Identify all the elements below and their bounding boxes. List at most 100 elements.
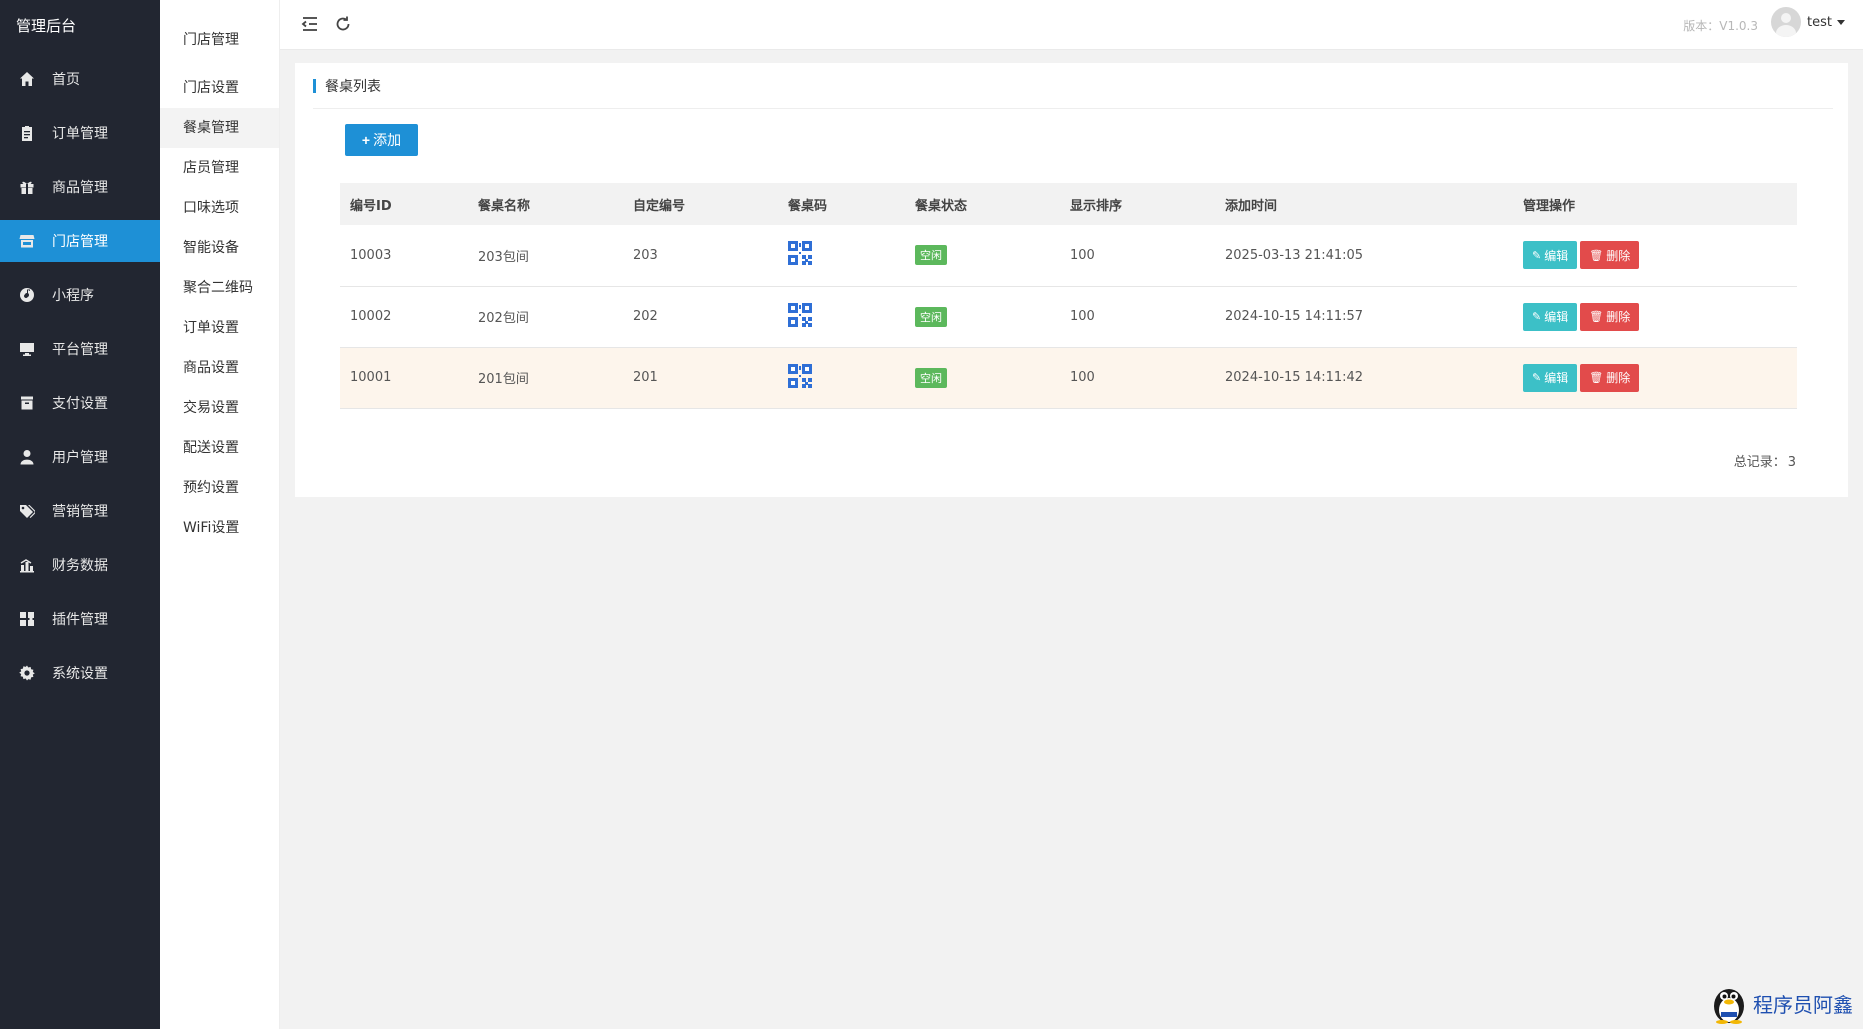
refresh-icon[interactable] bbox=[333, 14, 353, 34]
puzzle-icon bbox=[18, 610, 36, 628]
column-header: 餐桌名称 bbox=[468, 183, 623, 225]
sidebar-item-4[interactable]: 小程序 bbox=[0, 274, 160, 316]
card-header: 餐桌列表 bbox=[313, 63, 1833, 109]
sidebar-item-label: 插件管理 bbox=[52, 612, 108, 628]
status-badge: 空闲 bbox=[915, 306, 947, 327]
subnav-item-10[interactable]: 预约设置 bbox=[160, 468, 279, 508]
avatar bbox=[1771, 7, 1802, 37]
user-menu[interactable]: test bbox=[1771, 7, 1845, 37]
main-sidebar: 管理后台 首页 订单管理 商品管理 门店管理 小程序 平台管理 支付设置 用户管理 营销管理 财务… bbox=[0, 0, 160, 1029]
pencil-icon: ✎ bbox=[1532, 310, 1542, 323]
sidebar-item-label: 商品管理 bbox=[52, 180, 108, 196]
version-label: 版本：V1.0.3 bbox=[1683, 19, 1758, 33]
tags-icon bbox=[18, 502, 36, 520]
archive-icon bbox=[18, 394, 36, 412]
sidebar-item-2[interactable]: 商品管理 bbox=[0, 166, 160, 208]
subnav-item-8[interactable]: 交易设置 bbox=[160, 388, 279, 428]
delete-button[interactable]: 🗑 删除 bbox=[1580, 363, 1640, 392]
subnav-item-7[interactable]: 商品设置 bbox=[160, 348, 279, 388]
column-header: 显示排序 bbox=[1060, 183, 1215, 225]
qr-code-icon[interactable] bbox=[788, 241, 812, 266]
sidebar-item-8[interactable]: 营销管理 bbox=[0, 490, 160, 532]
watermark-text: 程序员阿鑫 bbox=[1753, 992, 1853, 1017]
delete-button-label: 删除 bbox=[1606, 371, 1631, 385]
cell-name: 201包间 bbox=[468, 347, 623, 409]
watermark: 程序员阿鑫 bbox=[1709, 982, 1853, 1024]
card-title: 餐桌列表 bbox=[325, 78, 381, 95]
subnav-item-2[interactable]: 店员管理 bbox=[160, 148, 279, 188]
subnav-item-6[interactable]: 订单设置 bbox=[160, 308, 279, 348]
edit-button-label: 编辑 bbox=[1544, 371, 1569, 385]
sidebar-item-11[interactable]: 系统设置 bbox=[0, 652, 160, 694]
cell-qr bbox=[778, 347, 905, 409]
qr-code-icon[interactable] bbox=[788, 302, 812, 327]
delete-button[interactable]: 🗑 删除 bbox=[1580, 302, 1640, 331]
column-header: 餐桌码 bbox=[778, 183, 905, 225]
edit-button-label: 编辑 bbox=[1544, 310, 1569, 324]
sidebar-item-1[interactable]: 订单管理 bbox=[0, 112, 160, 154]
trash-icon: 🗑 bbox=[1589, 371, 1604, 384]
sidebar-item-label: 用户管理 bbox=[52, 450, 108, 466]
column-header: 管理操作 bbox=[1513, 183, 1797, 225]
subnav-item-1[interactable]: 餐桌管理 bbox=[160, 108, 279, 148]
total-records: 总记录： 3 bbox=[1734, 451, 1796, 470]
pencil-icon: ✎ bbox=[1532, 371, 1542, 384]
user-name: test bbox=[1807, 14, 1832, 30]
table-row: 10003 203包间 203 空闲 100 2025-03-13 21:41:05 ✎ 编辑… bbox=[340, 225, 1797, 287]
sidebar-item-3[interactable]: 门店管理 bbox=[0, 220, 160, 262]
delete-button[interactable]: 🗑 删除 bbox=[1580, 241, 1640, 270]
subnav-item-0[interactable]: 门店设置 bbox=[160, 68, 279, 108]
user-icon bbox=[18, 448, 36, 466]
total-records-label: 总记录： bbox=[1733, 455, 1786, 470]
cell-time: 2025-03-13 21:41:05 bbox=[1215, 225, 1513, 287]
pencil-icon: ✎ bbox=[1532, 248, 1542, 262]
edit-button[interactable]: ✎ 编辑 bbox=[1523, 363, 1578, 392]
cell-actions: ✎ 编辑 🗑 删除 bbox=[1513, 347, 1797, 409]
chart-icon bbox=[18, 556, 36, 574]
cell-code: 201 bbox=[623, 347, 778, 409]
table-row: 10001 201包间 201 空闲 100 2024-10-15 14:11:42 ✎ 编辑… bbox=[340, 347, 1797, 409]
sidebar-item-7[interactable]: 用户管理 bbox=[0, 436, 160, 478]
subnav-item-11[interactable]: WiFi设置 bbox=[160, 508, 279, 548]
gear-icon bbox=[18, 664, 36, 682]
edit-button[interactable]: ✎ 编辑 bbox=[1523, 241, 1578, 270]
subnav-item-4[interactable]: 智能设备 bbox=[160, 228, 279, 268]
sidebar-item-9[interactable]: 财务数据 bbox=[0, 544, 160, 586]
penguin-logo-icon bbox=[1714, 989, 1744, 1024]
cell-id: 10001 bbox=[340, 347, 468, 409]
add-button-label: 添加 bbox=[373, 132, 402, 148]
sidebar-item-6[interactable]: 支付设置 bbox=[0, 382, 160, 424]
edit-button[interactable]: ✎ 编辑 bbox=[1523, 302, 1578, 331]
cell-code: 202 bbox=[623, 286, 778, 348]
tables-table: 编号ID 餐桌名称 自定编号 餐桌码 餐桌状态 显示排序 添加时间 管理操作 10003 203… bbox=[340, 183, 1797, 409]
edit-button-label: 编辑 bbox=[1544, 248, 1569, 263]
collapse-sidebar-icon[interactable] bbox=[300, 14, 320, 34]
column-header: 添加时间 bbox=[1215, 183, 1513, 225]
cell-status: 空闲 bbox=[905, 286, 1060, 348]
gift-icon bbox=[18, 178, 36, 196]
subnav-item-3[interactable]: 口味选项 bbox=[160, 188, 279, 228]
music-disc-icon bbox=[18, 286, 36, 304]
cell-actions: ✎ 编辑 🗑 删除 bbox=[1513, 225, 1797, 287]
sidebar-item-0[interactable]: 首页 bbox=[0, 58, 160, 100]
subnav-item-9[interactable]: 配送设置 bbox=[160, 428, 279, 468]
qr-code-icon[interactable] bbox=[788, 363, 812, 388]
cell-sort: 100 bbox=[1060, 347, 1215, 409]
sidebar-item-5[interactable]: 平台管理 bbox=[0, 328, 160, 370]
delete-button-label: 删除 bbox=[1606, 310, 1631, 324]
cell-code: 203 bbox=[623, 225, 778, 287]
sidebar-item-10[interactable]: 插件管理 bbox=[0, 598, 160, 640]
cell-qr bbox=[778, 286, 905, 348]
cell-time: 2024-10-15 14:11:57 bbox=[1215, 286, 1513, 348]
store-icon bbox=[18, 232, 36, 250]
subnav-item-5[interactable]: 聚合二维码 bbox=[160, 268, 279, 308]
sidebar-item-label: 首页 bbox=[52, 72, 80, 88]
table-row: 10002 202包间 202 空闲 100 2024-10-15 14:11:57 ✎ 编辑… bbox=[340, 286, 1797, 348]
cell-qr bbox=[778, 225, 905, 287]
chevron-down-icon bbox=[1837, 19, 1845, 25]
table-header-row: 编号ID 餐桌名称 自定编号 餐桌码 餐桌状态 显示排序 添加时间 管理操作 bbox=[340, 183, 1797, 225]
column-header: 餐桌状态 bbox=[905, 183, 1060, 225]
delete-button-label: 删除 bbox=[1606, 248, 1631, 263]
add-button[interactable]: + 添加 bbox=[345, 124, 418, 156]
cell-sort: 100 bbox=[1060, 286, 1215, 348]
